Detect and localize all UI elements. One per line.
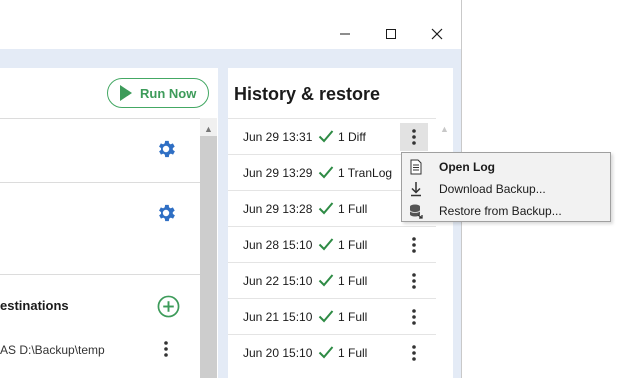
add-destination-icon[interactable] <box>157 295 180 318</box>
check-icon <box>318 346 334 359</box>
app-window: Run Now estinations AS D:\Backup\temp ▲ … <box>0 0 462 378</box>
history-title: History & restore <box>234 84 381 104</box>
history-date: Jun 28 15:10 <box>243 238 313 252</box>
more-options-icon <box>412 345 416 361</box>
settings-section-2 <box>0 182 200 274</box>
more-options-icon[interactable] <box>160 339 172 359</box>
left-scrollbar[interactable]: ▲ <box>200 118 217 378</box>
close-button[interactable] <box>414 18 460 49</box>
scroll-up-icon[interactable]: ▲ <box>204 124 213 134</box>
history-type: 1 Full <box>338 274 368 288</box>
menu-item-label: Download Backup... <box>439 182 546 196</box>
history-type: 1 Full <box>338 310 368 324</box>
history-row[interactable]: Jun 29 13:31 1 Diff <box>228 118 436 154</box>
gear-icon[interactable] <box>155 138 177 160</box>
history-date: Jun 21 15:10 <box>243 310 313 324</box>
more-options-icon <box>412 237 416 253</box>
menu-item-download-backup[interactable]: Download Backup... <box>402 178 610 200</box>
menu-item-label: Open Log <box>439 160 495 174</box>
row-menu-button[interactable] <box>400 267 428 295</box>
maximize-icon <box>386 28 396 39</box>
minimize-icon <box>340 33 350 34</box>
download-icon <box>411 182 421 197</box>
scrollbar-thumb[interactable] <box>200 136 217 378</box>
document-icon <box>410 159 422 175</box>
check-icon <box>318 202 334 215</box>
check-icon <box>318 274 334 287</box>
menu-item-restore-backup[interactable]: Restore from Backup... <box>402 200 610 222</box>
check-icon <box>318 238 334 251</box>
history-row[interactable]: Jun 21 15:10 1 Full <box>228 298 436 334</box>
history-row[interactable]: Jun 22 15:10 1 Full <box>228 262 436 298</box>
check-icon <box>318 130 334 143</box>
history-row[interactable]: Jun 20 15:10 1 Full <box>228 334 436 370</box>
history-date: Jun 29 13:28 <box>243 202 313 216</box>
scroll-up-icon[interactable]: ▲ <box>440 124 449 134</box>
more-options-icon <box>412 273 416 289</box>
minimize-button[interactable] <box>322 18 368 49</box>
destinations-title: estinations <box>0 298 69 313</box>
close-icon <box>431 28 443 39</box>
play-icon <box>120 85 132 101</box>
history-type: 1 Full <box>338 202 368 216</box>
row-menu-button[interactable] <box>400 123 428 151</box>
settings-section-1 <box>0 118 200 182</box>
backup-plan-panel: Run Now estinations AS D:\Backup\temp ▲ <box>0 68 218 378</box>
history-date: Jun 29 13:29 <box>243 166 313 180</box>
more-options-icon <box>412 129 416 145</box>
menu-item-open-log[interactable]: Open Log <box>402 156 610 178</box>
history-row[interactable]: Jun 28 15:10 1 Full <box>228 226 436 262</box>
run-now-button[interactable]: Run Now <box>107 78 209 108</box>
check-icon <box>318 166 334 179</box>
row-context-menu: Open Log Download Backup... Restore from… <box>401 152 611 222</box>
check-icon <box>318 310 334 323</box>
history-date: Jun 20 15:10 <box>243 346 313 360</box>
history-type: 1 TranLog <box>338 166 393 180</box>
history-date: Jun 29 13:31 <box>243 130 313 144</box>
title-bar <box>0 18 461 49</box>
more-options-icon <box>412 309 416 325</box>
maximize-button[interactable] <box>368 18 414 49</box>
history-panel: History & restore Jun 29 13:31 1 Diff Ju… <box>228 68 453 378</box>
gear-icon[interactable] <box>155 202 177 224</box>
row-menu-button[interactable] <box>400 339 428 367</box>
history-type: 1 Full <box>338 346 368 360</box>
destination-path: AS D:\Backup\temp <box>0 343 105 357</box>
row-menu-button[interactable] <box>400 231 428 259</box>
database-restore-icon <box>409 204 423 219</box>
row-menu-button[interactable] <box>400 303 428 331</box>
run-now-label: Run Now <box>140 85 197 101</box>
menu-item-label: Restore from Backup... <box>439 204 562 218</box>
history-type: 1 Diff <box>338 130 366 144</box>
history-date: Jun 22 15:10 <box>243 274 313 288</box>
destinations-section: estinations AS D:\Backup\temp <box>0 274 200 378</box>
history-type: 1 Full <box>338 238 368 252</box>
left-panel-header: Run Now <box>0 68 218 118</box>
